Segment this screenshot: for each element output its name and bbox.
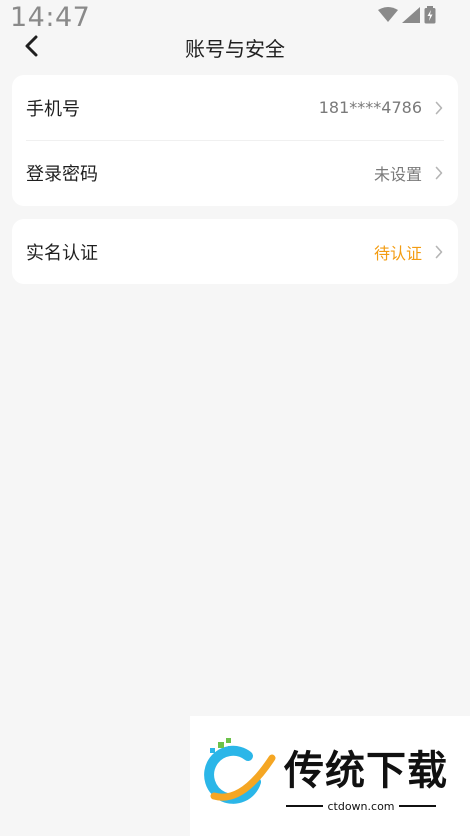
status-time: 14:47 [10, 2, 91, 33]
watermark-logo-icon [202, 738, 276, 812]
verification-card: 实名认证 待认证 [12, 219, 458, 284]
status-icons [378, 6, 436, 24]
watermark-title: 传统下载 [284, 748, 448, 794]
real-name-label: 实名认证 [26, 242, 98, 264]
battery-icon [424, 6, 436, 24]
page-title: 账号与安全 [185, 37, 285, 61]
signal-icon [402, 7, 420, 23]
phone-label: 手机号 [26, 98, 80, 120]
chevron-right-icon [434, 244, 444, 260]
divider [286, 805, 324, 807]
watermark: 传统下载 ctdown.com [190, 716, 470, 836]
status-bar: 14:47 [0, 0, 470, 34]
password-value: 未设置 [373, 164, 422, 184]
phone-value: 181****4786 [318, 98, 422, 117]
chevron-right-icon [434, 165, 444, 181]
watermark-subtitle-row: ctdown.com [286, 798, 436, 814]
real-name-row[interactable]: 实名认证 待认证 [12, 219, 458, 284]
account-card: 手机号 181****4786 登录密码 未设置 [12, 75, 458, 206]
password-row[interactable]: 登录密码 未设置 [12, 140, 458, 205]
watermark-subtitle: ctdown.com [327, 799, 395, 813]
chevron-right-icon [434, 100, 444, 116]
phone-row[interactable]: 手机号 181****4786 [12, 75, 458, 140]
nav-bar: 账号与安全 [0, 30, 470, 64]
password-label: 登录密码 [26, 163, 98, 185]
real-name-status: 待认证 [373, 243, 422, 263]
wifi-icon [378, 7, 398, 23]
divider [398, 805, 436, 807]
